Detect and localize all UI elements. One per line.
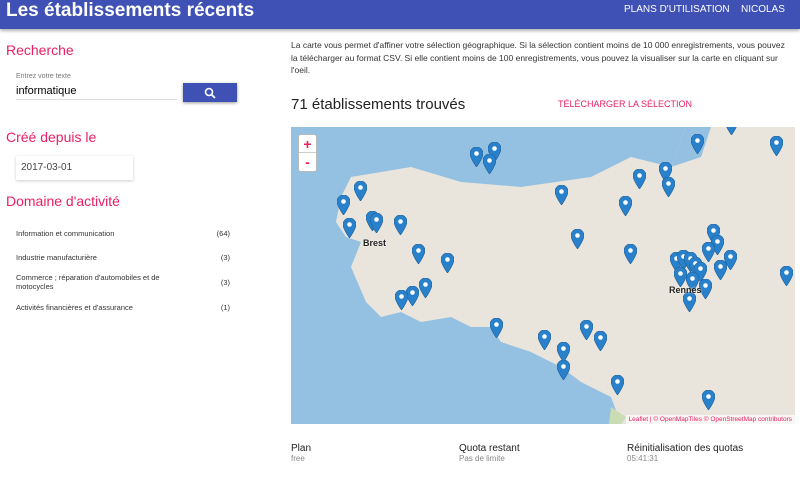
map-marker[interactable]	[411, 243, 426, 265]
map-marker[interactable]	[610, 374, 625, 396]
footer-reset: Réinitialisation des quotas 05:41:31	[627, 443, 743, 463]
map-marker[interactable]	[779, 265, 794, 287]
map-marker[interactable]	[579, 319, 594, 341]
map-marker[interactable]	[556, 341, 571, 363]
domain-label: Industrie manufacturière	[16, 253, 97, 262]
description: La carte vous permet d'affiner votre sél…	[291, 40, 785, 75]
map-marker[interactable]	[554, 184, 569, 206]
search-heading: Recherche	[6, 42, 74, 58]
zoom-out-button[interactable]: -	[299, 153, 316, 171]
map-marker[interactable]	[556, 359, 571, 381]
domain-item[interactable]: Industrie manufacturière (3)	[16, 253, 230, 262]
domain-count: (3)	[220, 277, 230, 287]
map-marker[interactable]	[769, 135, 784, 157]
map-marker[interactable]	[369, 212, 384, 234]
domain-label: Information et communication	[16, 229, 115, 238]
map-marker[interactable]	[701, 241, 716, 263]
nav-plans[interactable]: PLANS D'UTILISATION	[624, 4, 730, 15]
plan-value: free	[291, 454, 305, 463]
map-marker[interactable]	[393, 214, 408, 236]
map-marker[interactable]	[725, 127, 738, 136]
search-icon	[204, 87, 216, 99]
date-heading: Créé depuis le	[6, 129, 97, 145]
map-marker[interactable]	[469, 146, 484, 168]
domain-count: (3)	[220, 253, 230, 262]
map-marker[interactable]	[394, 289, 409, 311]
map-marker[interactable]	[440, 252, 455, 274]
domain-label: Commerce ; réparation d'automobiles et d…	[16, 273, 160, 291]
result-count: 71 établissements trouvés	[291, 96, 466, 113]
map-marker[interactable]	[570, 228, 585, 250]
city-label-rennes: Rennes	[669, 285, 702, 295]
map-marker[interactable]	[623, 243, 638, 265]
map-marker[interactable]	[713, 259, 728, 281]
search-input[interactable]	[16, 82, 177, 100]
map-marker[interactable]	[336, 194, 351, 216]
map-marker[interactable]	[673, 266, 688, 288]
city-label-brest: Brest	[363, 238, 387, 248]
domain-count: (64)	[216, 229, 230, 238]
map-marker[interactable]	[537, 329, 552, 351]
search-label: Entrez votre texte	[16, 73, 71, 80]
quota-value: Pas de limite	[459, 454, 505, 463]
zoom-control: + -	[298, 134, 317, 172]
domain-count: (1)	[220, 303, 230, 312]
domain-item[interactable]: Commerce ; réparation d'automobiles et d…	[16, 273, 230, 291]
map-marker[interactable]	[489, 317, 504, 339]
domain-label: Activités financières et d'assurance	[16, 303, 133, 312]
download-button[interactable]: TÉLÉCHARGER LA SÉLECTION	[558, 99, 692, 109]
map-attribution[interactable]: Leaflet | © OpenMapTiles © OpenStreetMap…	[625, 415, 795, 424]
top-bar: Les établissements récents PLANS D'UTILI…	[0, 0, 800, 29]
search-button[interactable]	[183, 83, 237, 102]
app-title: Les établissements récents	[6, 0, 255, 21]
date-field[interactable]: 2017-03-01	[16, 156, 133, 180]
domain-heading: Domaine d'activité	[6, 193, 120, 209]
map-marker[interactable]	[690, 133, 705, 155]
reset-label: Réinitialisation des quotas	[627, 443, 744, 454]
map-marker[interactable]	[342, 217, 357, 239]
map-marker[interactable]	[353, 180, 368, 202]
footer-plan: Plan free	[291, 443, 311, 463]
map-marker[interactable]	[682, 291, 697, 313]
nav-user[interactable]: NICOLAS	[741, 4, 785, 15]
map[interactable]: + - Brest Rennes Leaflet | © OpenMapTile…	[291, 127, 795, 424]
plan-label: Plan	[291, 443, 312, 454]
domain-item[interactable]: Activités financières et d'assurance (1)	[16, 303, 230, 312]
map-marker[interactable]	[618, 195, 633, 217]
map-marker[interactable]	[418, 277, 433, 299]
map-marker[interactable]	[661, 176, 676, 198]
map-marker[interactable]	[701, 389, 716, 411]
domain-item[interactable]: Information et communication (64)	[16, 229, 230, 238]
map-marker[interactable]	[593, 330, 608, 352]
zoom-in-button[interactable]: +	[299, 135, 316, 153]
map-marker[interactable]	[482, 153, 497, 175]
quota-label: Quota restant	[459, 443, 520, 454]
footer-quota: Quota restant Pas de limite	[459, 443, 520, 463]
map-marker[interactable]	[632, 168, 647, 190]
reset-value: 05:41:31	[627, 454, 659, 463]
